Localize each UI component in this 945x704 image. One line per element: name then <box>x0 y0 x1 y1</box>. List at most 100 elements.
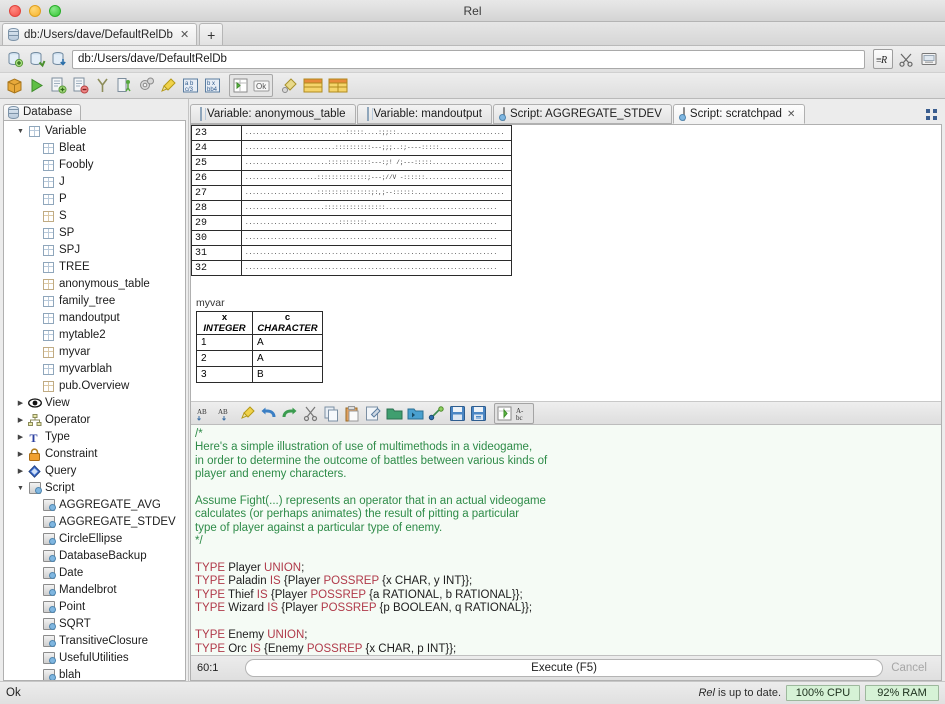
run-icon[interactable] <box>27 76 46 95</box>
chevron-right-icon[interactable] <box>14 399 27 407</box>
tree-item-mandelbrot[interactable]: Mandelbrot <box>4 582 185 599</box>
tree-item-point[interactable]: Point <box>4 599 185 616</box>
execute-button[interactable]: Execute (F5) <box>245 659 883 677</box>
delete-document-icon[interactable] <box>71 76 90 95</box>
database-tree[interactable]: VariableBleatFooblyJPSSPSPJTREEanonymous… <box>3 120 186 681</box>
tree-item-sqrt[interactable]: SQRT <box>4 616 185 633</box>
table-yellow2-icon[interactable] <box>327 76 349 95</box>
close-icon[interactable]: ✕ <box>178 28 189 41</box>
link-icon[interactable] <box>428 405 445 422</box>
tree-item-mytable2[interactable]: mytable2 <box>4 327 185 344</box>
tree-item-aggregate-avg[interactable]: AGGREGATE_AVG <box>4 497 185 514</box>
redo-icon[interactable] <box>281 405 298 422</box>
tree-item-circleellipse[interactable]: CircleEllipse <box>4 531 185 548</box>
branch-icon[interactable] <box>93 76 112 95</box>
tree-item-transitiveclosure[interactable]: TransitiveClosure <box>4 633 185 650</box>
insert-snippet-icon[interactable] <box>496 405 513 422</box>
table-yellow-icon[interactable] <box>302 76 324 95</box>
tree-item-date[interactable]: Date <box>4 565 185 582</box>
url-input-wrap[interactable]: db:/Users/dave/DefaultRelDb <box>72 50 865 69</box>
tree-item-spj[interactable]: SPJ <box>4 242 185 259</box>
replace-ab-icon[interactable]: AB <box>218 405 235 422</box>
url-input[interactable]: db:/Users/dave/DefaultRelDb <box>78 53 227 65</box>
tree-item-aggregate-stdev[interactable]: AGGREGATE_STDEV <box>4 514 185 531</box>
paint-icon[interactable] <box>280 76 299 95</box>
table-row[interactable]: 25.......................::::::::::::---… <box>192 156 512 171</box>
tree-item-family-tree[interactable]: family_tree <box>4 293 185 310</box>
tree-item-tree[interactable]: TREE <box>4 259 185 276</box>
ram-meter[interactable]: 92% RAM <box>865 685 939 701</box>
undo-icon[interactable] <box>260 405 277 422</box>
settings-gear-icon[interactable] <box>137 76 156 95</box>
tree-item-type[interactable]: TType <box>4 429 185 446</box>
expand-icon[interactable] <box>920 104 942 124</box>
cpu-meter[interactable]: 100% CPU <box>786 685 860 701</box>
tree-item-anonymous-table[interactable]: anonymous_table <box>4 276 185 293</box>
tree-item-p[interactable]: P <box>4 191 185 208</box>
chevron-right-icon[interactable] <box>14 450 27 458</box>
editor-tab-1[interactable]: Variable: mandoutput <box>357 104 492 124</box>
save-as-folder-icon[interactable] <box>407 405 424 422</box>
new-document-icon[interactable] <box>49 76 68 95</box>
myvar-row[interactable]: 2A <box>197 351 323 367</box>
editor-tab-3[interactable]: Script: scratchpad✕ <box>673 104 805 124</box>
clean-brush-icon[interactable] <box>239 405 256 422</box>
database-tab[interactable]: db:/Users/dave/DefaultRelDb ✕ <box>2 23 197 45</box>
tree-item-view[interactable]: View <box>4 395 185 412</box>
table-row[interactable]: 30......................................… <box>192 231 512 246</box>
open-folder-icon[interactable] <box>386 405 403 422</box>
tree-item-pub-overview[interactable]: pub.Overview <box>4 378 185 395</box>
save-screen-icon[interactable] <box>919 49 939 69</box>
table-row[interactable]: 27....................:::::::::::::::;:,… <box>192 186 512 201</box>
sidebar-tab-database[interactable]: Database <box>3 104 81 120</box>
save-all-disk-icon[interactable] <box>470 405 487 422</box>
editor-tab-0[interactable]: Variable: anonymous_table <box>190 104 356 124</box>
download-database-icon[interactable] <box>50 50 68 68</box>
copy-icon[interactable] <box>323 405 340 422</box>
tree-item-operator[interactable]: Operator <box>4 412 185 429</box>
scissors-icon[interactable] <box>896 49 916 69</box>
tree-item-myvarblah[interactable]: myvarblah <box>4 361 185 378</box>
save-disk-icon[interactable] <box>449 405 466 422</box>
chevron-down-icon[interactable] <box>14 128 27 135</box>
tree-item-myvar[interactable]: myvar <box>4 344 185 361</box>
table-row[interactable]: 24.........................::::::::::---… <box>192 141 512 156</box>
variable-b-icon[interactable]: b x bb4 <box>203 76 222 95</box>
tree-item-foobly[interactable]: Foobly <box>4 157 185 174</box>
tree-item-mandoutput[interactable]: mandoutput <box>4 310 185 327</box>
clean-brush-icon[interactable] <box>159 76 178 95</box>
cut-scissors-icon[interactable] <box>302 405 319 422</box>
chevron-right-icon[interactable] <box>14 416 27 424</box>
table-row[interactable]: 32......................................… <box>192 261 512 276</box>
tree-item-blah[interactable]: blah <box>4 667 185 681</box>
tree-item-databasebackup[interactable]: DatabaseBackup <box>4 548 185 565</box>
table-row[interactable]: 29..........................::::::::....… <box>192 216 512 231</box>
tree-item-bleat[interactable]: Bleat <box>4 140 185 157</box>
new-database-tab-button[interactable]: + <box>199 23 223 45</box>
myvar-row[interactable]: 1A <box>197 335 323 351</box>
tree-item-variable[interactable]: Variable <box>4 123 185 140</box>
chevron-right-icon[interactable] <box>14 433 27 441</box>
rel-language-icon[interactable]: ≡ R <box>873 49 893 69</box>
export-icon[interactable] <box>115 76 134 95</box>
paste-icon[interactable] <box>344 405 361 422</box>
package-icon[interactable] <box>5 76 24 95</box>
sort-az-icon[interactable]: A-bc <box>515 405 532 422</box>
table-row[interactable]: 28......................::::::::::::::::… <box>192 201 512 216</box>
find-ab-icon[interactable]: AB <box>197 405 214 422</box>
tree-item-usefulutilities[interactable]: UsefulUtilities <box>4 650 185 667</box>
edit-pencil-icon[interactable] <box>365 405 382 422</box>
tree-item-constraint[interactable]: Constraint <box>4 446 185 463</box>
tree-item-sp[interactable]: SP <box>4 225 185 242</box>
ok-icon[interactable]: Ok <box>252 76 271 95</box>
new-database-icon[interactable] <box>6 50 24 68</box>
insert-row-icon[interactable] <box>231 76 250 95</box>
open-database-icon[interactable] <box>28 50 46 68</box>
chevron-down-icon[interactable] <box>14 485 27 492</box>
table-row[interactable]: 31......................................… <box>192 246 512 261</box>
close-icon[interactable]: ✕ <box>787 109 795 120</box>
tree-item-query[interactable]: Query <box>4 463 185 480</box>
chevron-right-icon[interactable] <box>14 467 27 475</box>
editor-tab-2[interactable]: Script: AGGREGATE_STDEV <box>493 104 672 124</box>
tree-item-s[interactable]: S <box>4 208 185 225</box>
